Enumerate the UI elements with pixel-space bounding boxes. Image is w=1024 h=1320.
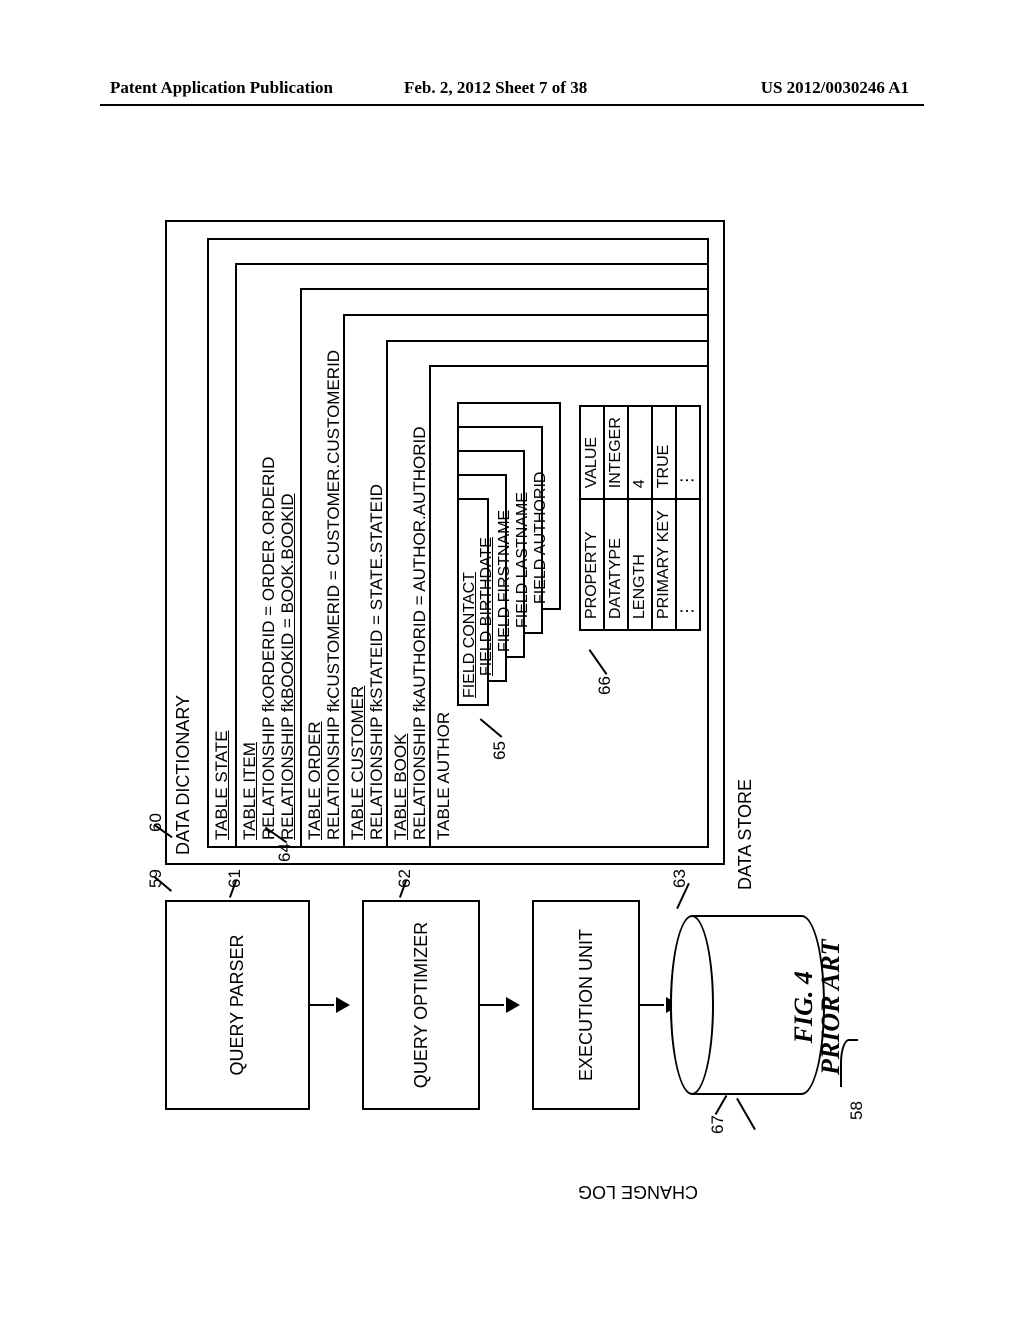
header-right: US 2012/0030246 A1 [761, 78, 909, 98]
ref-58-arrow [840, 1039, 858, 1087]
ref-64: 64 [275, 843, 295, 862]
table-book-label: TABLE BOOK [391, 734, 410, 840]
property-table: PROPERTY VALUE DATATYPE INTEGER LENGTH 4… [579, 405, 701, 631]
table-row: PRIMARY KEY TRUE [652, 406, 676, 630]
field-stack: FIELD CONTACT FIELD BIRTHDATE FIELD FIRS… [457, 396, 567, 706]
diagram: QUERY PARSER QUERY OPTIMIZER EXECUTION U… [150, 200, 870, 1120]
query-optimizer-box: QUERY OPTIMIZER [362, 900, 480, 1110]
ref-65: 65 [490, 741, 510, 760]
prop-header-property: PROPERTY [580, 499, 604, 630]
data-dictionary-panel: DATA DICTIONARY TABLE STATE TABLE ITEM R… [165, 220, 725, 865]
query-parser-label: QUERY PARSER [227, 934, 248, 1075]
prop-length-label: LENGTH [628, 499, 652, 630]
prop-pk-value: TRUE [652, 406, 676, 499]
table-item-label: TABLE ITEM [240, 742, 259, 840]
ref-66: 66 [595, 676, 615, 695]
figure-caption: FIG. 4 PRIOR ART [790, 939, 845, 1075]
figure-number: FIG. 4 [790, 939, 817, 1075]
table-author-label: TABLE AUTHOR [434, 712, 453, 840]
field-lastname-label: FIELD LASTNAME [514, 492, 532, 628]
query-parser-box: QUERY PARSER [165, 900, 310, 1110]
header-rule [100, 104, 924, 106]
header-left: Patent Application Publication [110, 78, 333, 98]
table-row: ⋮ ⋮ [676, 406, 700, 630]
prop-pk-label: PRIMARY KEY [652, 499, 676, 630]
header-center: Feb. 2, 2012 Sheet 7 of 38 [404, 78, 587, 98]
ref-67: 67 [708, 1115, 728, 1134]
table-row: PROPERTY VALUE [580, 406, 604, 630]
pipeline: QUERY PARSER QUERY OPTIMIZER EXECUTION U… [165, 900, 692, 1110]
change-log-leader [736, 1098, 756, 1130]
execution-unit-box: EXECUTION UNIT [532, 900, 640, 1110]
table-author-box: TABLE AUTHOR FIELD CONTACT FIELD BIRTHDA… [429, 365, 709, 848]
prop-header-value: VALUE [580, 406, 604, 499]
table-customer-label: TABLE CUSTOMER [348, 686, 367, 840]
lead-67 [715, 1095, 728, 1115]
table-row: LENGTH 4 [628, 406, 652, 630]
ref-58: 58 [847, 1101, 867, 1120]
table-order-label: TABLE ORDER [305, 721, 324, 840]
diagram-stage: QUERY PARSER QUERY OPTIMIZER EXECUTION U… [150, 200, 870, 1120]
arrow-1 [312, 900, 358, 1110]
field-authorid-label: FIELD AUTHORID [532, 472, 550, 604]
data-dictionary-title: DATA DICTIONARY [173, 230, 194, 855]
field-birthdate-label: FIELD BIRTHDATE [478, 537, 496, 676]
field-firstname-label: FIELD FIRSTNAME [496, 510, 514, 652]
prop-length-value: 4 [628, 406, 652, 499]
query-optimizer-label: QUERY OPTIMIZER [411, 922, 432, 1088]
item-rel-1: RELATIONSHIP fkORDERID = ORDER.ORDERID [259, 457, 278, 840]
prop-more-value: ⋮ [676, 406, 700, 499]
item-rel-2: RELATIONSHIP fkBOOKID = BOOK.BOOKID [278, 493, 297, 840]
book-rel-1: RELATIONSHIP fkAUTHORID = AUTHOR.AUTHORI… [410, 426, 429, 840]
order-rel-1: RELATIONSHIP fkCUSTOMERID = CUSTOMER.CUS… [324, 350, 343, 840]
change-log-label: CHANGE LOG [578, 1181, 698, 1202]
prop-more-label: ⋮ [676, 499, 700, 630]
execution-unit-label: EXECUTION UNIT [576, 929, 597, 1081]
field-contact-label: FIELD CONTACT [461, 572, 478, 698]
table-state-label: TABLE STATE [212, 730, 231, 840]
prop-datatype-value: INTEGER [604, 406, 628, 499]
customer-rel-1: RELATIONSHIP fkSTATEID = STATE.STATEID [367, 484, 386, 840]
prop-datatype-label: DATATYPE [604, 499, 628, 630]
arrow-2 [482, 900, 528, 1110]
data-store-label: DATA STORE [735, 779, 756, 890]
table-row: DATATYPE INTEGER [604, 406, 628, 630]
